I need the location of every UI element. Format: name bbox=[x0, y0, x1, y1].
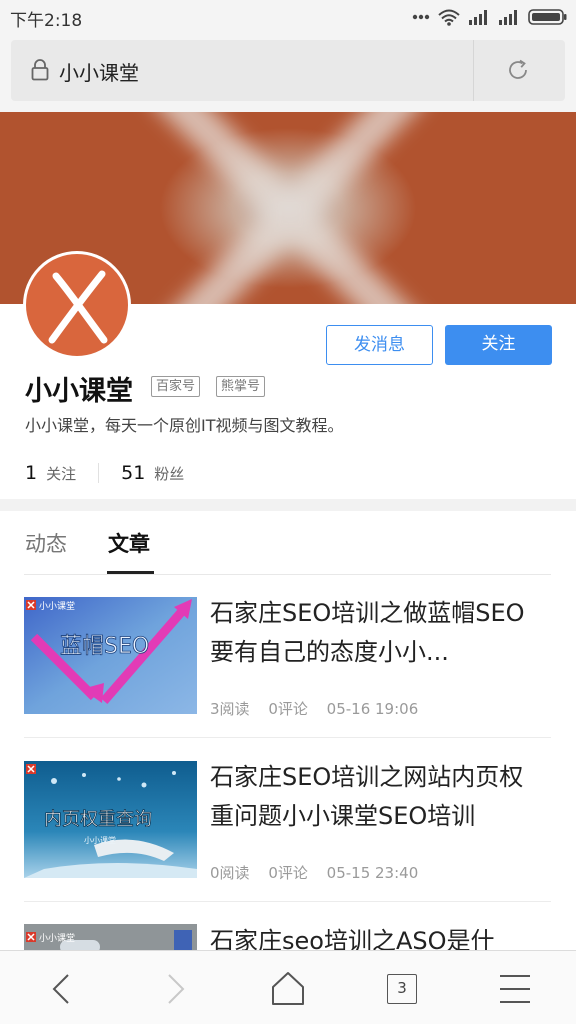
tab-dongtai[interactable]: 动态 bbox=[25, 528, 67, 558]
status-bar: 下午2:18 bbox=[0, 0, 576, 34]
thumbnail-caption: 内页权重查询 bbox=[44, 809, 152, 830]
followers-count[interactable]: 51 bbox=[121, 462, 145, 484]
following-count[interactable]: 1 bbox=[25, 462, 37, 484]
tag-xiongzhanghao: 熊掌号 bbox=[216, 376, 266, 397]
article-reads: 0阅读 bbox=[210, 864, 250, 882]
forward-icon bbox=[168, 974, 185, 1004]
thumbnail-brand: 小小课堂 bbox=[84, 835, 116, 845]
thumbnail-image-weight: 内页权重查询 小小课堂 bbox=[24, 761, 197, 878]
address-divider bbox=[473, 40, 474, 101]
tab-wenzhang[interactable]: 文章 bbox=[108, 528, 150, 558]
article-title[interactable]: 石家庄SEO培训之做蓝帽SEO要有自己的态度小小... bbox=[210, 594, 545, 672]
article-divider bbox=[24, 737, 551, 738]
stats-divider bbox=[98, 463, 100, 483]
article-comments: 0评论 bbox=[268, 864, 308, 882]
signal-icon bbox=[469, 10, 487, 25]
article-meta: 3阅读 0评论 05-16 19:06 bbox=[210, 698, 432, 719]
tabs-button[interactable]: 3 bbox=[382, 969, 422, 1009]
section-divider bbox=[0, 499, 576, 511]
thumbnail-caption: 蓝帽SEO bbox=[60, 634, 149, 659]
address-area: 小小课堂 bbox=[0, 34, 576, 112]
menu-icon bbox=[500, 975, 530, 1003]
home-button[interactable] bbox=[268, 969, 308, 1009]
address-text[interactable]: 小小课堂 bbox=[59, 57, 139, 86]
status-time: 下午2:18 bbox=[10, 11, 83, 31]
wifi-icon bbox=[438, 9, 460, 26]
menu-button[interactable] bbox=[496, 969, 536, 1009]
article-thumbnail[interactable]: 内页权重查询 小小课堂 bbox=[24, 761, 197, 878]
followers-label[interactable]: 粉丝 bbox=[154, 463, 184, 484]
article-title[interactable]: 石家庄seo培训之ASO是什 bbox=[210, 922, 545, 950]
battery-icon bbox=[528, 9, 567, 25]
article-date: 05-16 19:06 bbox=[326, 700, 419, 718]
bottom-navigation: 3 bbox=[0, 950, 576, 1024]
back-button[interactable] bbox=[42, 969, 82, 1009]
article-reads: 3阅读 bbox=[210, 700, 250, 718]
profile-description: 小小课堂，每天一个原创IT视频与图文教程。 bbox=[25, 416, 344, 435]
thumbnail-brand: 小小课堂 bbox=[39, 932, 75, 944]
reload-icon[interactable] bbox=[506, 58, 530, 82]
banner-x-image bbox=[161, 112, 416, 304]
home-icon bbox=[272, 972, 304, 1005]
article-item[interactable]: 小小课堂 石家庄seo培训之ASO是什 bbox=[24, 916, 551, 950]
article-divider bbox=[24, 901, 551, 902]
following-label[interactable]: 关注 bbox=[46, 463, 76, 484]
dots-icon bbox=[412, 14, 430, 20]
forward-button[interactable] bbox=[155, 969, 195, 1009]
address-bar[interactable]: 小小课堂 bbox=[11, 40, 565, 101]
article-thumbnail[interactable]: 小小课堂 蓝帽SEO bbox=[24, 597, 197, 714]
profile-stats: 1 关注 51 粉丝 bbox=[25, 460, 184, 486]
article-item[interactable]: 内页权重查询 小小课堂 石家庄SEO培训之网站内页权重问题小小课堂SEO培训 0… bbox=[24, 752, 551, 902]
thumbnail-image-aso: 小小课堂 bbox=[24, 924, 197, 950]
article-comments: 0评论 bbox=[268, 700, 308, 718]
thumbnail-image-bluehat: 小小课堂 蓝帽SEO bbox=[24, 597, 197, 714]
message-button[interactable]: 发消息 bbox=[326, 325, 433, 365]
lock-icon bbox=[31, 59, 49, 81]
tabs-divider bbox=[24, 574, 551, 575]
article-item[interactable]: 小小课堂 蓝帽SEO 石家庄SEO培训之做蓝帽SEO要有自己的态度小小... 3… bbox=[24, 588, 551, 738]
status-icons bbox=[412, 8, 568, 26]
avatar[interactable] bbox=[23, 251, 131, 359]
follow-button[interactable]: 关注 bbox=[445, 325, 552, 365]
tabs-icon: 3 bbox=[387, 974, 417, 1004]
signal-icon bbox=[499, 10, 517, 25]
thumbnail-brand: 小小课堂 bbox=[39, 600, 75, 612]
article-meta: 0阅读 0评论 05-15 23:40 bbox=[210, 862, 432, 883]
article-title[interactable]: 石家庄SEO培训之网站内页权重问题小小课堂SEO培训 bbox=[210, 758, 545, 836]
article-date: 05-15 23:40 bbox=[326, 864, 419, 882]
article-thumbnail[interactable]: 小小课堂 bbox=[24, 924, 197, 950]
avatar-x-logo bbox=[48, 270, 108, 344]
profile-name: 小小课堂 bbox=[25, 376, 133, 407]
tag-baijiahao: 百家号 bbox=[151, 376, 201, 397]
back-icon bbox=[52, 974, 69, 1004]
